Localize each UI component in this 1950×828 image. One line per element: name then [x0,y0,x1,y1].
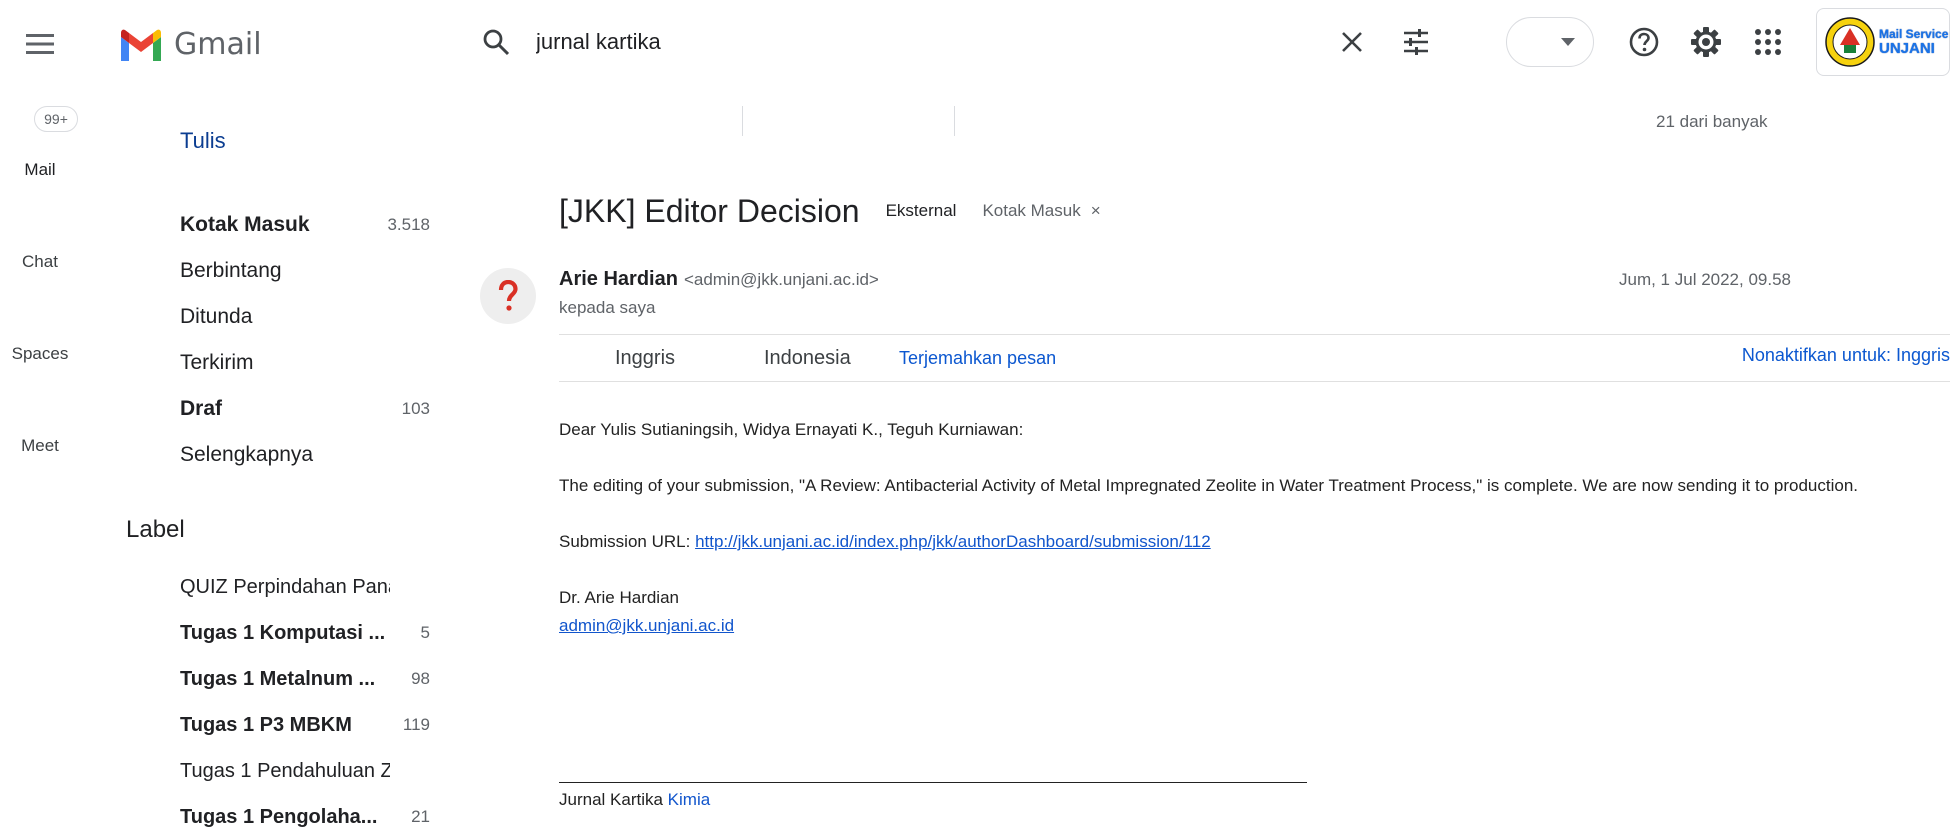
search-icon[interactable] [480,26,512,58]
signature-name: Dr. Arie Hardian [559,588,679,607]
sender-email: <admin@jkk.unjani.ac.id> [683,270,879,289]
disable-translation-link[interactable]: Nonaktifkan untuk: Inggris [1742,345,1950,366]
email-body: Dear Yulis Sutianingsih, Widya Ernayati … [559,416,1950,640]
submission-url-link[interactable]: http://jkk.unjani.ac.id/index.php/jkk/au… [695,532,1211,551]
status-dropdown[interactable] [1506,17,1594,67]
chevron-down-icon [1561,38,1575,46]
translate-message-link[interactable]: Terjemahkan pesan [899,348,1056,369]
account-switcher[interactable]: Mail Service UNJANI [1816,8,1950,76]
gmail-m-icon [121,29,161,61]
app-header: Gmail jurnal kartika Mail Service UNJANI [0,0,1950,84]
email-date: Jum, 1 Jul 2022, 09.58 [1619,270,1792,289]
subject-row: [JKK] Editor Decision Eksternal Kotak Ma… [559,188,1101,234]
label-item[interactable]: Tugas 1 P3 MBKM 119 [180,705,430,745]
label-name: QUIZ Perpindahan Pana... [180,575,390,598]
folder-label: Ditunda [180,305,253,328]
footer-link[interactable]: Kimia [668,790,711,809]
label-item[interactable]: Tugas 1 Metalnum ... 98 [180,659,430,699]
help-icon[interactable] [1624,22,1664,62]
folder-label: Terkirim [180,351,254,374]
search-bar [470,18,1450,66]
folder-drafts[interactable]: Draf 103 [180,389,430,429]
rail-item-spaces[interactable]: Spaces [0,344,80,364]
university-seal-icon [1825,17,1875,67]
recipient-line[interactable]: kepada saya [559,298,655,318]
inbox-label-text: Kotak Masuk [982,201,1081,220]
source-language[interactable]: Inggris [615,347,675,370]
label-name: Tugas 1 Komputasi ... [180,621,386,644]
search-options-icon[interactable] [1400,26,1432,58]
main-menu-button[interactable] [16,20,64,68]
label-count: 119 [402,715,430,734]
label-name: Tugas 1 P3 MBKM [180,713,352,736]
toolbar-divider [954,106,955,136]
translate-bar: Inggris Indonesia Terjemahkan pesan Nona… [559,334,1950,382]
folder-starred[interactable]: Berbintang [180,251,430,291]
folder-label: Kotak Masuk [180,213,310,236]
email-paragraph: The editing of your submission, "A Revie… [559,476,1859,495]
unknown-sender-icon [498,280,518,311]
folder-more[interactable]: Selengkapnya [180,435,430,475]
app-switcher-rail: 99+ Mail Chat Spaces Meet [0,84,80,828]
gmail-logo[interactable]: Gmail [118,22,262,66]
remove-label-icon[interactable]: × [1091,201,1101,221]
sender-info: Arie Hardian <admin@jkk.unjani.ac.id> [559,268,879,291]
folder-label: Selengkapnya [180,443,314,466]
message-view: 21 dari banyak [JKK] Editor Decision Eks… [460,84,1950,828]
sender-avatar[interactable] [480,268,536,324]
label-name: Tugas 1 Pengolaha... [180,805,378,828]
email-subject: [JKK] Editor Decision [559,192,860,229]
email-signature: Dr. Arie Hardian admin@jkk.unjani.ac.id [559,584,1950,640]
labels-heading: Label [126,516,185,543]
email-greeting: Dear Yulis Sutianingsih, Widya Ernayati … [559,420,1024,439]
submission-url-line: Submission URL: http://jkk.unjani.ac.id/… [559,528,1950,556]
sender-name[interactable]: Arie Hardian [559,268,678,291]
folder-count: 3.518 [387,215,430,234]
account-label-line1: Mail Service [1879,26,1949,41]
label-count: 21 [411,807,430,826]
clear-search-icon[interactable] [1336,26,1368,58]
pagination-text: 21 dari banyak [1656,112,1768,131]
submission-url-label: Submission URL: [559,532,696,551]
folder-snoozed[interactable]: Ditunda [180,297,430,337]
footer-text: Jurnal Kartika [559,790,668,809]
label-name: Tugas 1 Metalnum ... [180,667,376,690]
toolbar-divider [742,106,743,136]
label-item[interactable]: Tugas 1 Komputasi ... 5 [180,613,430,653]
mail-nav: Tulis Kotak Masuk 3.518 Berbintang Ditun… [80,84,450,828]
journal-footer: Jurnal Kartika Kimia [559,790,710,810]
label-item[interactable]: Tugas 1 Pendahuluan Ze... [180,751,430,791]
rail-item-mail[interactable]: Mail [0,160,80,180]
compose-button[interactable]: Tulis [180,128,226,154]
rail-item-meet[interactable]: Meet [0,436,80,456]
hamburger-menu-icon [26,34,54,54]
label-item[interactable]: QUIZ Perpindahan Pana... [180,567,430,607]
google-apps-grid-icon[interactable] [1748,22,1788,62]
folder-label: Berbintang [180,259,282,282]
inbox-label-chip[interactable]: Kotak Masuk × [982,201,1100,221]
rail-item-chat[interactable]: Chat [0,252,80,272]
folder-label: Draf [180,397,223,420]
signature-email-link[interactable]: admin@jkk.unjani.ac.id [559,616,734,635]
label-count: 98 [411,669,430,688]
settings-gear-icon[interactable] [1686,22,1726,62]
label-item[interactable]: Tugas 1 Pengolaha... 21 [180,797,430,828]
folder-sent[interactable]: Terkirim [180,343,430,383]
account-label-line2: UNJANI [1879,39,1935,57]
target-language[interactable]: Indonesia [764,347,851,370]
gmail-wordmark: Gmail [174,26,262,62]
unread-count-badge: 99+ [34,106,78,132]
search-input[interactable] [536,24,1136,60]
label-count: 5 [420,623,430,642]
external-chip: Eksternal [885,201,957,220]
folder-count: 103 [401,399,430,418]
label-name: Tugas 1 Pendahuluan Ze... [180,759,390,782]
folder-inbox[interactable]: Kotak Masuk 3.518 [180,205,430,245]
account-label: Mail Service UNJANI [1879,26,1949,57]
signature-rule [559,782,1307,783]
